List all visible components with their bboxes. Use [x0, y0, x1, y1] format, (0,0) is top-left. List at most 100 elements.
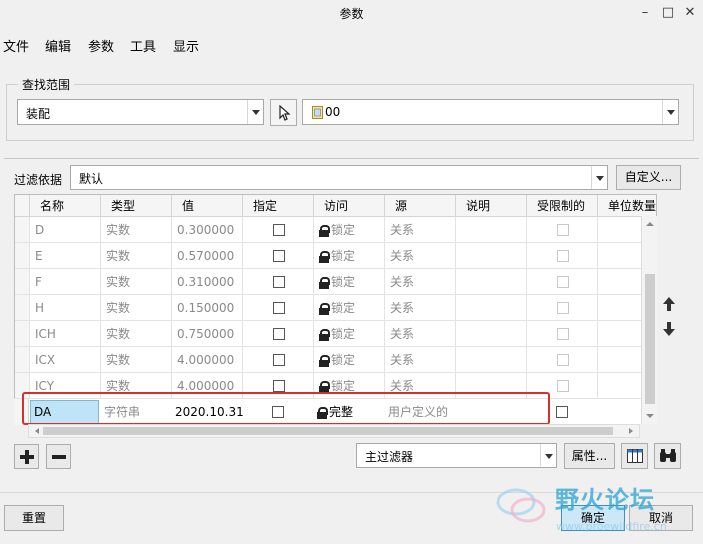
- column-header-source[interactable]: 源: [385, 195, 456, 216]
- table-row[interactable]: F 实数 0.310000 锁定 关系: [15, 269, 656, 295]
- restricted-checkbox: [557, 276, 569, 288]
- menu-display[interactable]: 显示: [173, 36, 199, 55]
- designate-checkbox[interactable]: [273, 380, 285, 392]
- cell-description[interactable]: [456, 269, 527, 294]
- column-header-value[interactable]: 值: [172, 195, 243, 216]
- cell-name[interactable]: ICX: [30, 347, 101, 372]
- cell-name[interactable]: F: [30, 269, 101, 294]
- cell-access[interactable]: 锁定: [314, 295, 385, 320]
- column-header-unit-quantity[interactable]: 单位数量: [598, 195, 656, 216]
- menu-tools[interactable]: 工具: [130, 36, 156, 55]
- add-parameter-button[interactable]: [14, 444, 39, 469]
- cell-value[interactable]: 0.750000: [172, 321, 243, 346]
- designate-checkbox[interactable]: [273, 276, 285, 288]
- minimize-icon[interactable]: –: [635, 3, 655, 23]
- table-row[interactable]: E 实数 0.570000 锁定 关系: [15, 243, 656, 269]
- cell-restricted: [527, 217, 598, 242]
- cell-value[interactable]: 0.300000: [172, 217, 243, 242]
- cell-description[interactable]: [456, 347, 527, 372]
- cell-value[interactable]: 0.570000: [172, 243, 243, 268]
- model-dropdown[interactable]: 00: [302, 99, 679, 125]
- cell-access[interactable]: 锁定: [314, 243, 385, 268]
- cell-access[interactable]: 锁定: [314, 321, 385, 346]
- cell-value[interactable]: 0.150000: [172, 295, 243, 320]
- cell-access[interactable]: 锁定: [314, 347, 385, 372]
- select-model-button[interactable]: [270, 99, 297, 126]
- cell-restricted: [527, 269, 598, 294]
- cell-value[interactable]: 4.000000: [172, 347, 243, 372]
- filter-label: 过滤依据: [14, 173, 63, 187]
- menu-edit[interactable]: 编辑: [45, 36, 71, 55]
- minus-icon: [51, 455, 66, 459]
- cell-designate: [243, 217, 314, 242]
- cell-restricted: [527, 295, 598, 320]
- cell-restricted: [527, 347, 598, 372]
- cell-type: 实数: [101, 347, 172, 372]
- scroll-down-icon[interactable]: [642, 410, 658, 422]
- restricted-checkbox[interactable]: [556, 406, 568, 418]
- cell-access[interactable]: 锁定: [314, 217, 385, 242]
- restricted-checkbox: [557, 302, 569, 314]
- cell-description[interactable]: [456, 295, 527, 320]
- table-row[interactable]: D 实数 0.300000 锁定 关系: [15, 217, 656, 243]
- access-label: 锁定: [331, 249, 356, 263]
- scroll-left-icon[interactable]: [31, 425, 43, 437]
- column-header-restricted[interactable]: 受限制的: [527, 195, 598, 216]
- cell-source: 关系: [385, 321, 456, 346]
- chevron-down-icon: [540, 444, 556, 467]
- scope-value: 装配: [26, 107, 51, 121]
- find-button[interactable]: [654, 443, 681, 469]
- cell-description[interactable]: [456, 217, 527, 242]
- cell-name[interactable]: D: [30, 217, 101, 242]
- menu-file[interactable]: 文件: [3, 36, 29, 55]
- move-up-button[interactable]: [662, 296, 676, 315]
- scroll-thumb[interactable]: [645, 274, 655, 404]
- cell-value[interactable]: 0.310000: [172, 269, 243, 294]
- designate-checkbox[interactable]: [273, 302, 285, 314]
- table-columns-button[interactable]: [621, 443, 648, 469]
- table-row[interactable]: H 实数 0.150000 锁定 关系: [15, 295, 656, 321]
- close-icon[interactable]: ✕: [680, 3, 700, 23]
- cell-name[interactable]: E: [30, 243, 101, 268]
- hscroll-thumb[interactable]: [43, 427, 613, 435]
- filter-dropdown[interactable]: 默认: [70, 165, 608, 190]
- reset-button[interactable]: 重置: [4, 505, 64, 531]
- vertical-scrollbar[interactable]: [641, 216, 657, 424]
- table-row[interactable]: ICX 实数 4.000000 锁定 关系: [15, 347, 656, 373]
- cell-name[interactable]: H: [30, 295, 101, 320]
- cell-access[interactable]: 锁定: [314, 269, 385, 294]
- scroll-right-icon[interactable]: [625, 425, 637, 437]
- maximize-icon[interactable]: □: [658, 3, 678, 23]
- cell-description[interactable]: [456, 321, 527, 346]
- column-header-name[interactable]: 名称: [30, 195, 101, 216]
- cell-name[interactable]: ICH: [30, 321, 101, 346]
- designate-checkbox[interactable]: [273, 328, 285, 340]
- lock-icon: [319, 354, 330, 367]
- horizontal-scrollbar[interactable]: [28, 424, 640, 438]
- cell-type: 实数: [101, 217, 172, 242]
- main-filter-dropdown[interactable]: 主过滤器: [356, 443, 557, 468]
- designate-checkbox[interactable]: [273, 250, 285, 262]
- scope-dropdown[interactable]: 装配: [17, 99, 264, 125]
- cell-type: 实数: [101, 321, 172, 346]
- menu-parameters[interactable]: 参数: [88, 36, 114, 55]
- designate-checkbox[interactable]: [273, 354, 285, 366]
- column-header-designate[interactable]: 指定: [243, 195, 314, 216]
- cell-description[interactable]: [456, 243, 527, 268]
- column-header-description[interactable]: 说明: [456, 195, 527, 216]
- move-down-button[interactable]: [662, 321, 676, 340]
- row-header: [15, 217, 30, 242]
- column-header-access[interactable]: 访问: [314, 195, 385, 216]
- cell-designate: [243, 243, 314, 268]
- table-row[interactable]: ICH 实数 0.750000 锁定 关系: [15, 321, 656, 347]
- column-header-type[interactable]: 类型: [101, 195, 172, 216]
- table-columns-icon: [626, 449, 643, 463]
- custom-filter-button[interactable]: 自定义...: [616, 165, 681, 190]
- designate-checkbox[interactable]: [273, 224, 285, 236]
- scroll-up-icon[interactable]: [642, 218, 658, 230]
- remove-parameter-button[interactable]: [46, 444, 71, 469]
- parameter-table: 名称 类型 值 指定 访问 源 说明 受限制的 单位数量 D 实数 0.300000…: [14, 194, 657, 424]
- table-header: 名称 类型 值 指定 访问 源 说明 受限制的 单位数量: [15, 195, 656, 217]
- part-icon: [312, 106, 323, 119]
- properties-button[interactable]: 属性...: [564, 443, 615, 469]
